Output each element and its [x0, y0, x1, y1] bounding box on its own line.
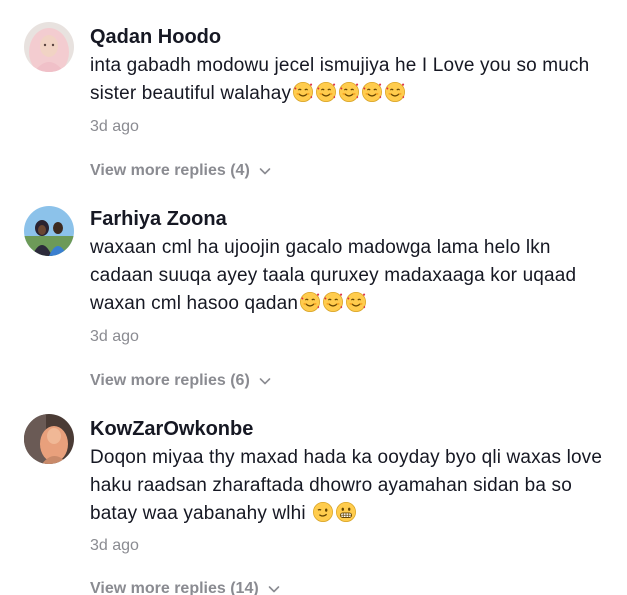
- chevron-down-icon: [259, 378, 271, 385]
- view-replies-button[interactable]: View more replies (14): [90, 578, 281, 595]
- smiling-face-with-hearts-icon: [315, 81, 337, 103]
- view-replies-button[interactable]: View more replies (4): [90, 160, 272, 182]
- avatar[interactable]: [24, 414, 74, 464]
- comment-date: 3d ago: [90, 328, 139, 345]
- comment-body: KowZarOwkonbe Doqon miyaa thy maxad hada…: [90, 416, 613, 528]
- comment-text: waxaan cml ha ujoojin gacalo madowga lam…: [90, 234, 613, 318]
- comment-body: Qadan Hoodo inta gabadh modowu jecel ism…: [90, 24, 613, 108]
- comment-username[interactable]: Farhiya Zoona: [90, 206, 613, 232]
- comment-body: Farhiya Zoona waxaan cml ha ujoojin gaca…: [90, 206, 613, 318]
- view-replies-button[interactable]: View more replies (6): [90, 370, 272, 392]
- chevron-down-icon: [259, 168, 271, 175]
- avatar[interactable]: [24, 206, 74, 256]
- smiling-face-with-hearts-icon: [384, 81, 406, 103]
- comment-text: inta gabadh modowu jecel ismujiya he I L…: [90, 52, 613, 108]
- chevron-down-icon: [268, 586, 279, 593]
- smiling-face-with-hearts-icon: [292, 81, 314, 103]
- smiling-face-with-hearts-icon: [345, 291, 367, 313]
- avatar-image: [24, 414, 74, 464]
- comment-username[interactable]: Qadan Hoodo: [90, 24, 613, 50]
- avatar-image: [24, 22, 74, 72]
- comment-date: 3d ago: [90, 537, 139, 554]
- view-replies-label: View more replies (4): [90, 162, 250, 179]
- comment-text: Doqon miyaa thy maxad hada ka ooyday byo…: [90, 444, 613, 528]
- avatar-image: [24, 206, 74, 256]
- comment-date: 3d ago: [90, 118, 139, 135]
- smiling-face-with-hearts-icon: [322, 291, 344, 313]
- comment-username[interactable]: KowZarOwkonbe: [90, 416, 613, 442]
- avatar[interactable]: [24, 22, 74, 72]
- view-replies-label: View more replies (14): [90, 580, 259, 595]
- grimacing-face-icon: [335, 501, 357, 523]
- smiling-face-with-hearts-icon: [338, 81, 360, 103]
- smiling-face-with-hearts-icon: [299, 291, 321, 313]
- winking-face-icon: [312, 501, 334, 523]
- view-replies-label: View more replies (6): [90, 372, 250, 389]
- smiling-face-with-hearts-icon: [361, 81, 383, 103]
